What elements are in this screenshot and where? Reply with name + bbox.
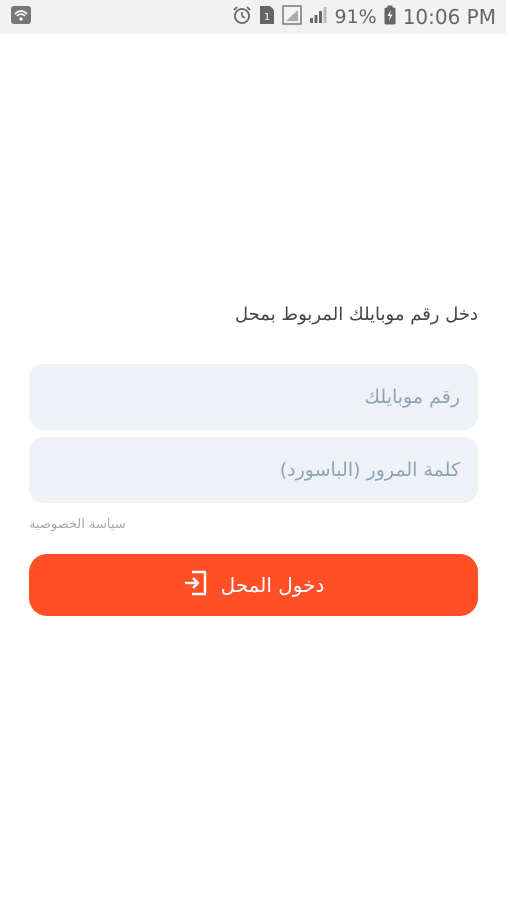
- notification-icon: [10, 5, 32, 30]
- login-button[interactable]: دخول المحل: [29, 554, 478, 616]
- clock: 10:06 PM: [402, 5, 496, 29]
- sim-signal-icon: [282, 4, 303, 30]
- instruction-text: دخل رقم موبايلك المربوط بمحل: [235, 304, 478, 325]
- password-field[interactable]: [29, 437, 478, 503]
- battery-icon: [384, 5, 396, 30]
- password-input[interactable]: [45, 458, 462, 482]
- status-bar: 1 91% 10:06 PM: [0, 0, 506, 34]
- phone-input[interactable]: [45, 385, 462, 409]
- sim-icon: 1: [259, 5, 275, 30]
- battery-percent: 91%: [334, 6, 377, 28]
- phone-field[interactable]: [29, 364, 478, 430]
- alarm-icon: [232, 5, 252, 30]
- privacy-policy-link[interactable]: سياسة الخصوصية: [29, 517, 126, 532]
- signal-icon: [309, 6, 327, 29]
- svg-text:1: 1: [264, 12, 270, 23]
- login-icon: [183, 569, 209, 602]
- login-button-label: دخول المحل: [220, 573, 325, 597]
